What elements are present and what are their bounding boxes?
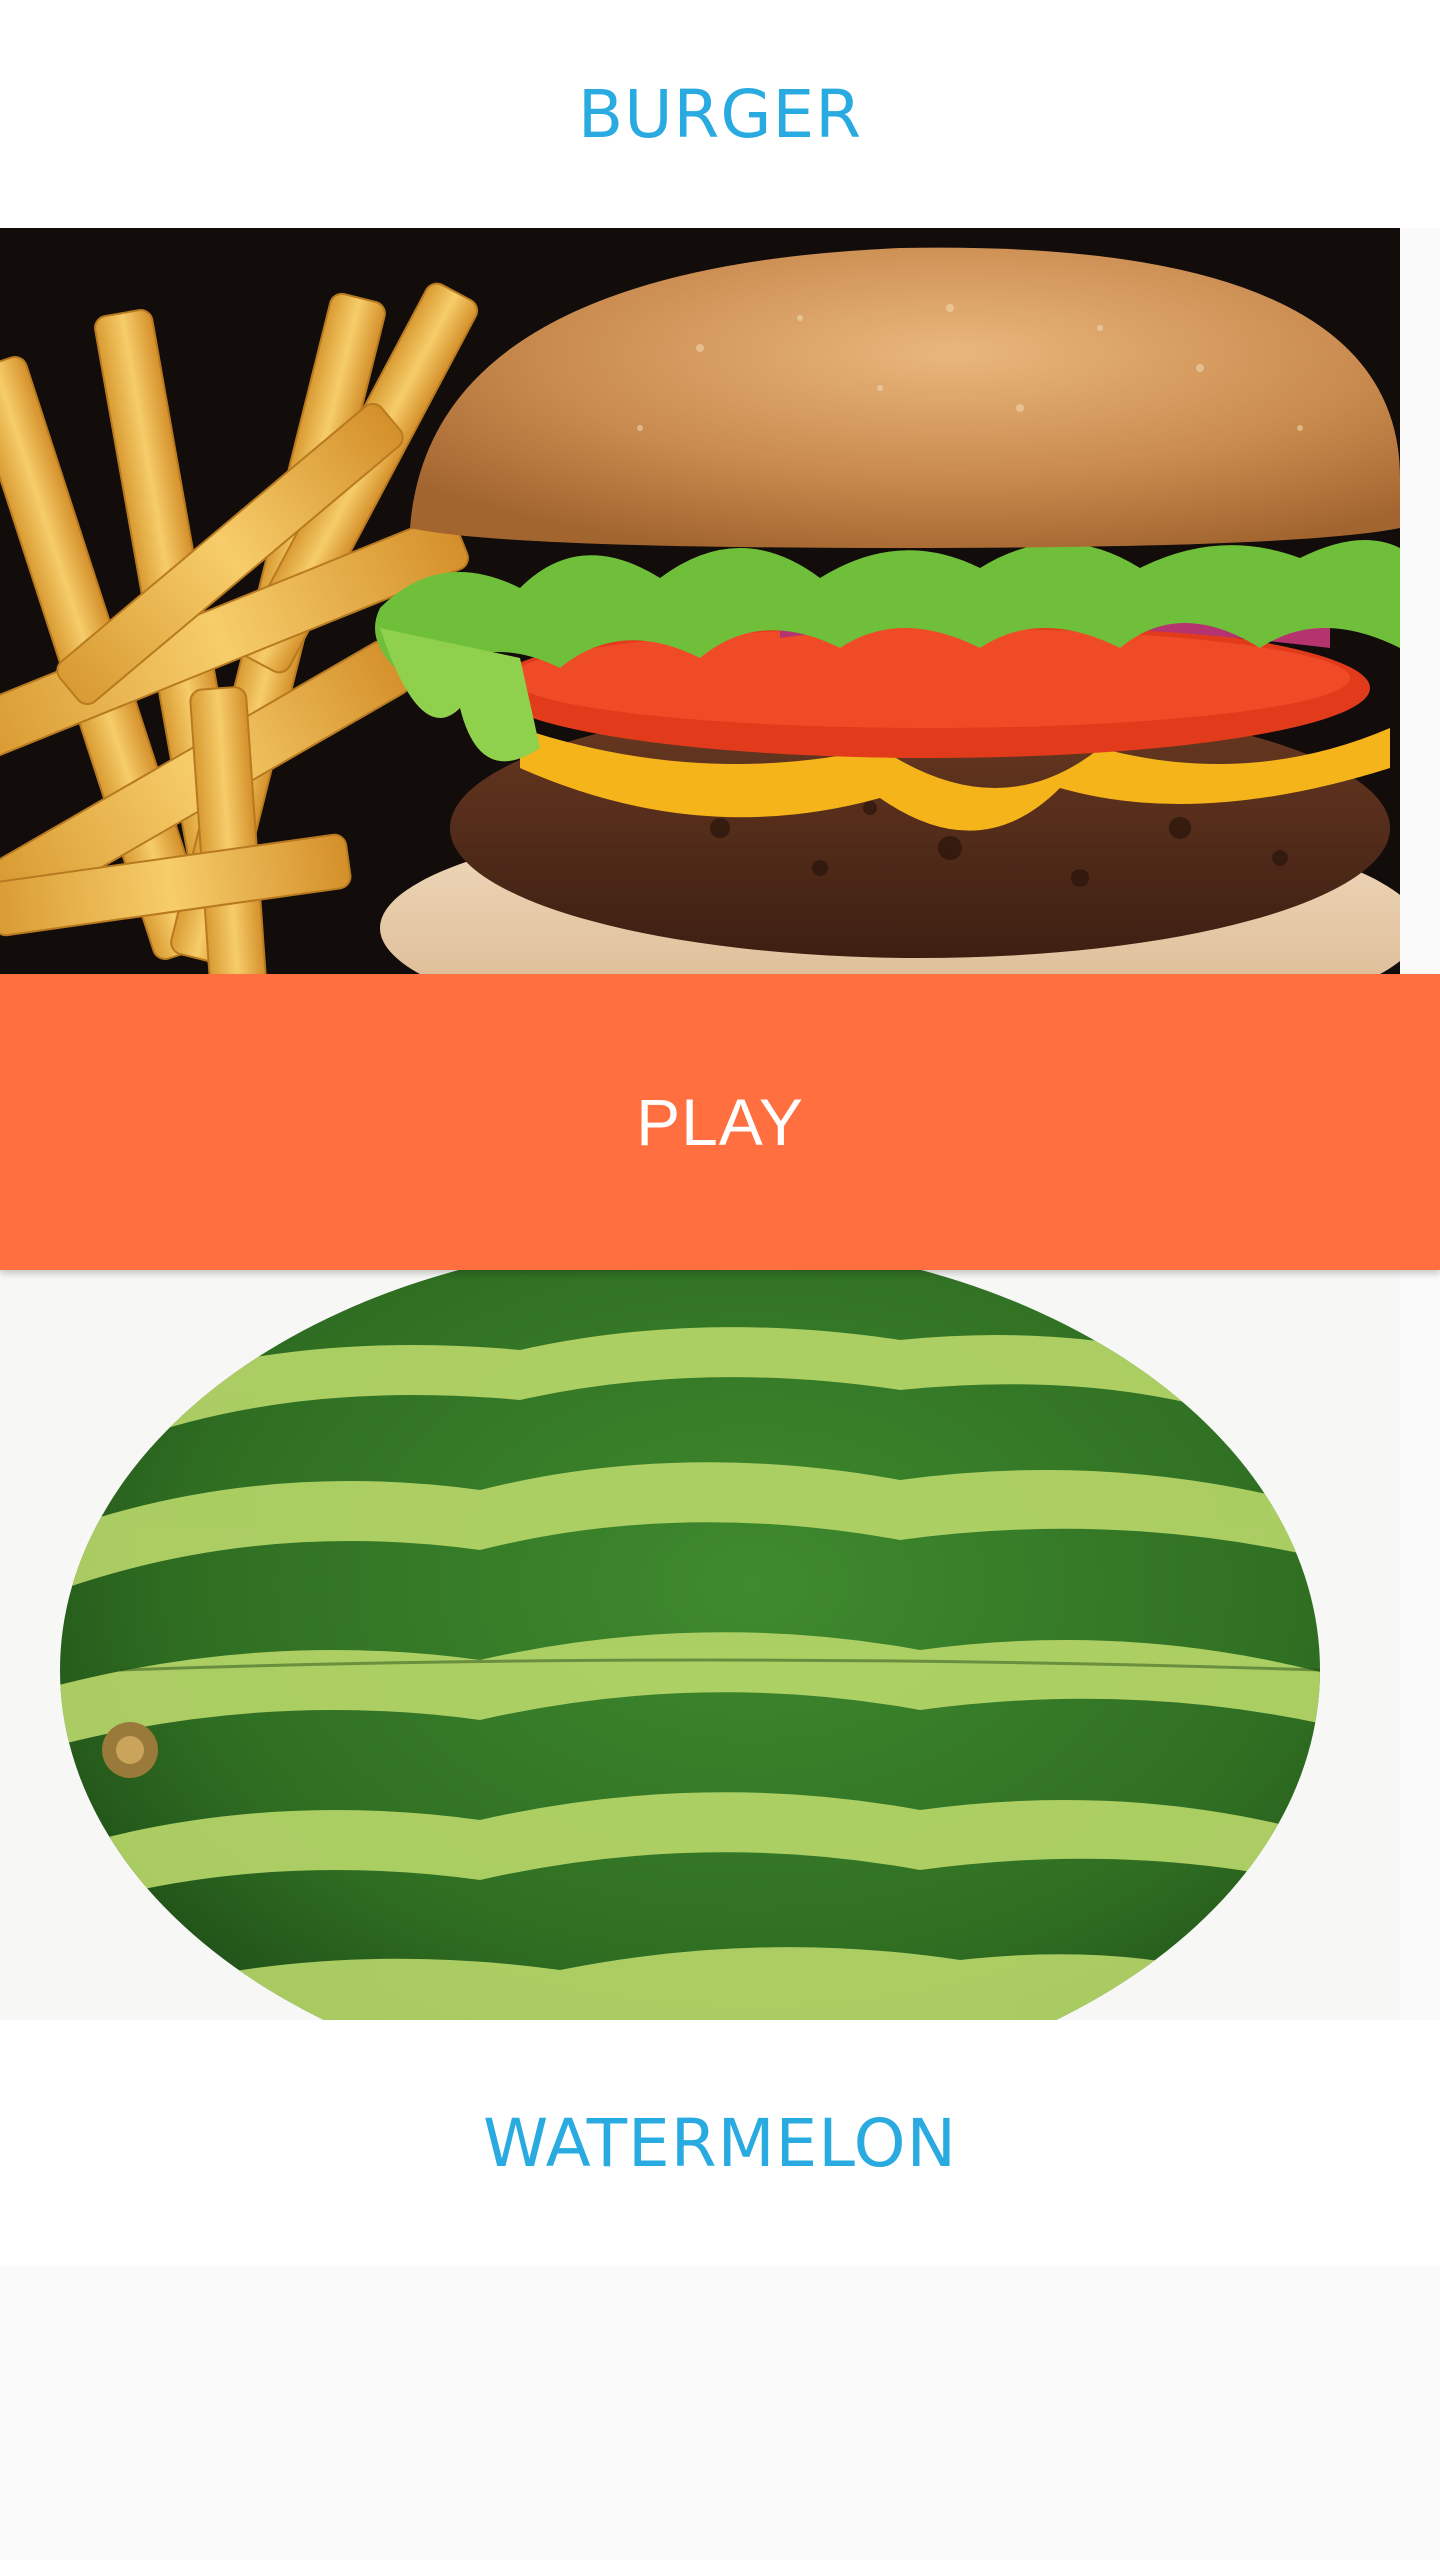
right-edge-strip-lower xyxy=(1400,1270,1440,2020)
top-item-title: BURGER xyxy=(577,75,863,153)
top-title-bar: BURGER xyxy=(0,0,1440,228)
burger-image[interactable] xyxy=(0,228,1400,974)
bottom-item-title: WATERMELON xyxy=(483,2104,957,2182)
burger-illustration xyxy=(0,228,1400,974)
game-screen: BURGER PLAY WATERMELON xyxy=(0,0,1440,2560)
watermelon-illustration xyxy=(0,1270,1400,2020)
right-edge-strip xyxy=(1400,228,1440,974)
watermelon-image[interactable] xyxy=(0,1270,1400,2020)
bottom-title-bar: WATERMELON xyxy=(0,2020,1440,2266)
play-button[interactable]: PLAY xyxy=(0,974,1440,1270)
play-button-label: PLAY xyxy=(636,1085,804,1159)
